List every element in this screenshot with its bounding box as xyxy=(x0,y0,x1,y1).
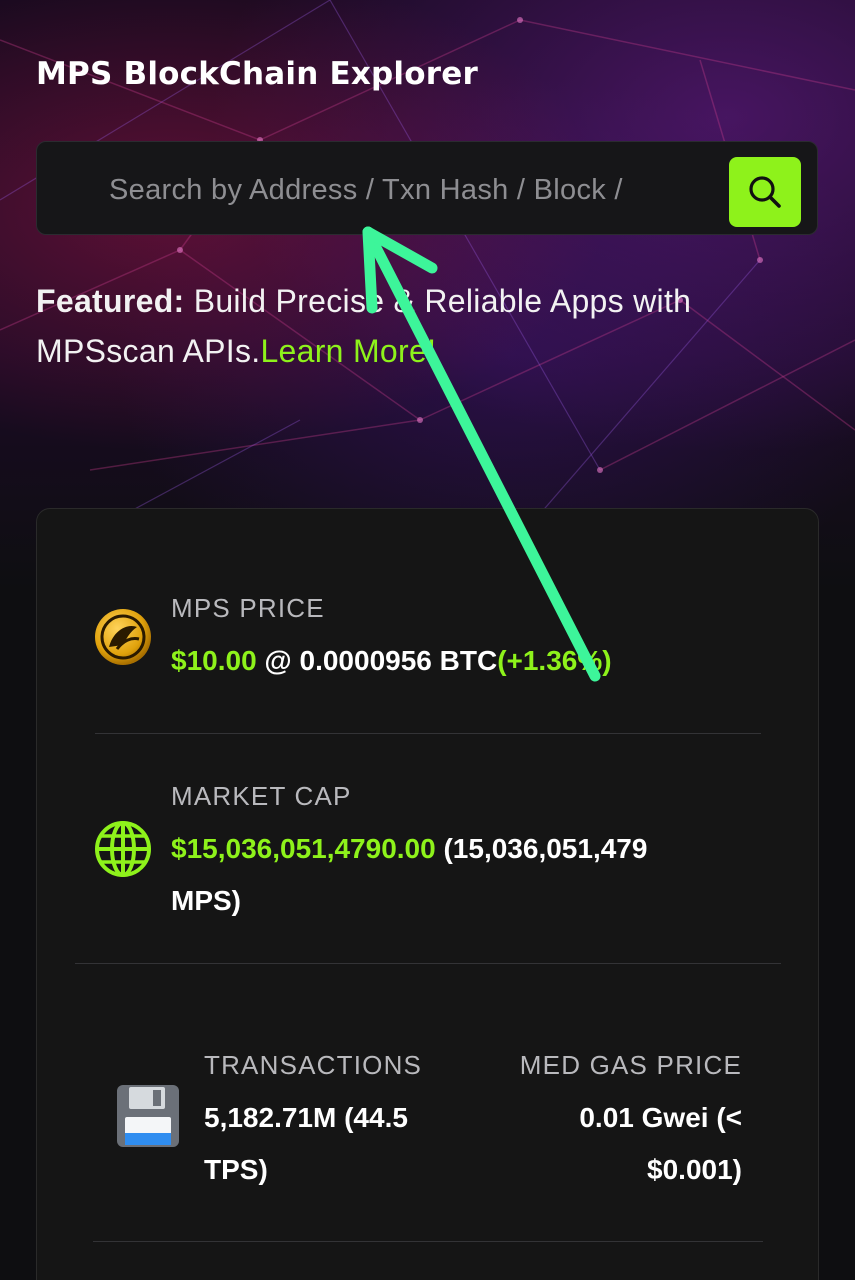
learn-more-link[interactable]: Learn More! xyxy=(260,333,436,369)
market-cap-line2: MPS) xyxy=(171,885,241,916)
price-btc: @ 0.0000956 BTC xyxy=(256,645,498,676)
market-cap-label: MARKET CAP xyxy=(171,781,352,811)
search-input[interactable] xyxy=(107,166,711,214)
search-box[interactable] xyxy=(36,141,818,235)
market-cap-supply: (15,036,051,479 xyxy=(435,833,648,864)
market-cap-line1: $15,036,051,4790.00 (15,036,051,479 xyxy=(171,823,647,875)
search-icon xyxy=(749,176,781,208)
page-title: MPS BlockChain Explorer xyxy=(36,56,478,92)
floppy-disk-icon xyxy=(115,1083,181,1153)
price-change: (+1.36%) xyxy=(497,645,612,676)
search-button[interactable] xyxy=(729,157,801,227)
page: MPS BlockChain Explorer Featured: Build … xyxy=(0,0,855,1280)
transactions-line2: TPS) xyxy=(204,1154,268,1185)
transactions-line1: 5,182.71M (44.5 xyxy=(204,1102,408,1133)
gas-price-line2: $0.001) xyxy=(647,1154,742,1185)
gas-price-line1: 0.01 Gwei (< xyxy=(579,1102,742,1133)
gas-price-label: MED GAS PRICE xyxy=(519,1050,742,1080)
price-usd: $10.00 xyxy=(171,645,257,676)
divider xyxy=(75,963,781,964)
transactions-label: TRANSACTIONS xyxy=(204,1050,423,1080)
divider xyxy=(93,1241,763,1242)
price-value: $10.00 @ 0.0000956 BTC(+1.36%) xyxy=(171,635,612,687)
divider xyxy=(95,733,761,734)
price-label: MPS PRICE xyxy=(171,593,325,623)
featured-banner: Featured: Build Precise & Reliable Apps … xyxy=(36,276,826,376)
mps-coin-icon xyxy=(93,607,153,671)
stats-card: MPS PRICE $10.00 @ 0.0000956 BTC(+1.36%)… xyxy=(36,508,819,1280)
globe-icon xyxy=(93,819,153,883)
market-cap-usd: $15,036,051,4790.00 xyxy=(171,833,436,864)
featured-prefix: Featured: xyxy=(36,283,185,319)
